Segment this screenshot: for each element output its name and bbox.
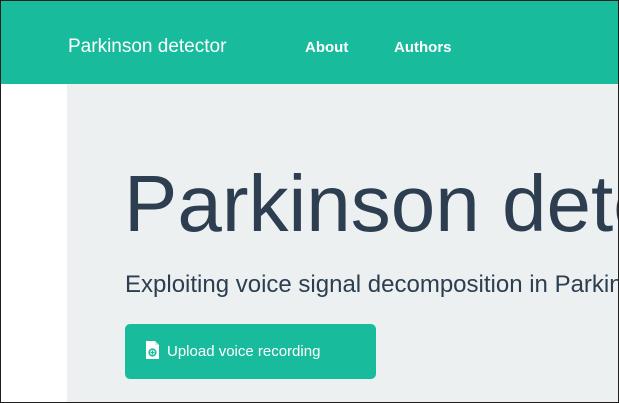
upload-voice-recording-button[interactable]: Upload voice recording — [125, 324, 376, 379]
file-audio-icon — [145, 340, 161, 360]
hero-jumbotron: Parkinson detector Exploiting voice sign… — [67, 84, 618, 402]
nav-link-about[interactable]: About — [305, 38, 348, 58]
page-title: Parkinson detector — [124, 159, 618, 248]
browser-viewport: Parkinson detector About Authors Parkins… — [0, 0, 619, 403]
upload-button-label: Upload voice recording — [167, 343, 321, 360]
brand-link[interactable]: Parkinson detector — [68, 35, 226, 59]
top-navbar: Parkinson detector About Authors — [1, 1, 618, 84]
nav-link-authors[interactable]: Authors — [394, 38, 452, 58]
page-subtitle: Exploiting voice signal decomposition in… — [125, 271, 618, 298]
